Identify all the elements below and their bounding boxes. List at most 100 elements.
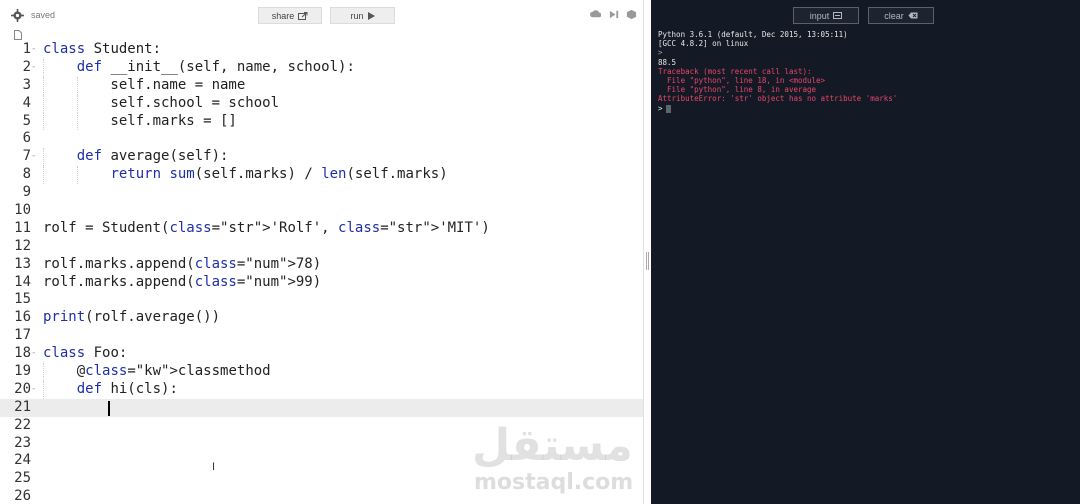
code-text: self.marks = []	[43, 112, 237, 129]
indent-guide	[43, 363, 44, 381]
line-number: 24	[14, 452, 31, 469]
line-number: 23	[14, 434, 31, 451]
code-line[interactable]: 17	[0, 327, 643, 345]
console-prompt[interactable]: >	[658, 104, 1073, 113]
input-label: input	[809, 10, 830, 21]
code-line[interactable]: 2- def __init__(self, name, school):	[0, 58, 643, 77]
pane-divider[interactable]	[643, 0, 651, 504]
package-icon[interactable]	[626, 9, 637, 20]
code-text: rolf.marks.append(class="num">78)	[43, 255, 322, 272]
indent-guide	[76, 166, 78, 185]
code-text: def average(self):	[76, 148, 229, 165]
code-line[interactable]: 15	[0, 291, 643, 309]
line-number: 3	[22, 76, 31, 93]
indent-guide	[76, 76, 78, 95]
line-number: 8	[22, 166, 31, 183]
indent-guide	[43, 76, 44, 95]
indent-guide	[43, 166, 44, 185]
file-icon[interactable]	[14, 30, 22, 40]
code-line[interactable]: 9	[0, 184, 643, 202]
line-number: 1	[22, 41, 31, 57]
console-error-line: File "python", line 8, in average	[658, 85, 817, 95]
line-number: 5	[22, 112, 31, 129]
console-error-line: File "python", line 18, in <module>	[658, 76, 826, 86]
backspace-icon	[908, 12, 918, 19]
console-error-line: AttributeError: 'str' object has no attr…	[658, 94, 898, 104]
code-line[interactable]: 21	[0, 398, 643, 417]
clear-label: clear	[884, 10, 904, 21]
code-text: def hi(cls):	[76, 380, 178, 397]
line-number: 19	[14, 363, 31, 380]
code-line[interactable]: 20- def hi(cls):	[0, 380, 643, 399]
code-text: class Student:	[43, 41, 162, 57]
code-line[interactable]: 13 rolf.marks.append(class="num">78)	[0, 256, 643, 274]
line-number: 16	[14, 309, 31, 326]
code-line[interactable]: 3 self.name = name	[0, 76, 643, 95]
line-number: 22	[14, 416, 31, 433]
watermark-logo-arabic: مستقل	[472, 420, 633, 471]
code-line[interactable]: 5 self.marks = []	[0, 112, 643, 131]
prompt-symbol: >	[658, 103, 663, 113]
indent-guide	[43, 94, 44, 113]
code-line[interactable]: 12	[0, 238, 643, 256]
console-cursor	[665, 104, 671, 113]
code-line[interactable]: 1- class Student:	[0, 41, 643, 59]
fold-arrow-icon[interactable]: -	[31, 381, 43, 399]
console-line: Python 3.6.1 (default, Dec 2015, 13:05:1…	[658, 30, 848, 39]
line-number: 11	[14, 219, 31, 236]
share-button[interactable]: share	[258, 7, 322, 24]
text-caret	[108, 400, 110, 416]
play-icon	[367, 11, 375, 20]
line-number: 15	[14, 291, 31, 308]
code-text: def __init__(self, name, school):	[76, 58, 355, 75]
code-line[interactable]: 7- def average(self):	[0, 148, 643, 167]
indent-guide	[76, 94, 78, 113]
gear-icon[interactable]	[11, 9, 24, 22]
line-number: 9	[22, 184, 31, 201]
fold-arrow-icon[interactable]: -	[31, 59, 43, 77]
code-line[interactable]: 18- class Foo:	[0, 345, 643, 363]
step-icon[interactable]	[609, 9, 620, 20]
editor-toolbar: saved share run	[0, 0, 643, 30]
fold-arrow-icon[interactable]: -	[31, 345, 43, 363]
line-number: 26	[14, 488, 31, 504]
fold-arrow-icon[interactable]: -	[31, 148, 43, 166]
console-line: 88.5	[658, 57, 677, 67]
input-box-icon	[833, 12, 843, 19]
line-number: 6	[22, 130, 31, 147]
code-text: @class="kw">classmethod	[43, 363, 271, 380]
line-number: 4	[22, 94, 31, 111]
line-number: 14	[14, 273, 31, 290]
code-line[interactable]: 10	[0, 202, 643, 220]
fold-arrow-icon[interactable]: -	[31, 41, 43, 59]
drag-handle-icon[interactable]	[646, 252, 649, 270]
code-line[interactable]: 6	[0, 130, 643, 148]
line-number: 20	[14, 380, 31, 397]
code-text: self.name = name	[43, 76, 246, 93]
line-number: 7	[22, 148, 31, 165]
line-number: 12	[14, 237, 31, 254]
code-line[interactable]: 4 self.school = school	[0, 94, 643, 113]
console-pane[interactable]: input clear Python 3.6.1 (default, Dec 2…	[651, 0, 1080, 504]
run-button[interactable]: run	[330, 7, 395, 24]
code-line[interactable]: 16 print(rolf.average())	[0, 309, 643, 327]
indent-guide	[43, 148, 44, 167]
cloud-icon[interactable]	[590, 9, 601, 20]
code-text: class Foo:	[43, 345, 128, 362]
code-text: print(rolf.average())	[43, 309, 221, 326]
save-status: saved	[31, 10, 56, 20]
mouse-ibeam-cursor: I	[212, 461, 216, 473]
input-button[interactable]: input	[793, 7, 859, 24]
console-error-line: Traceback (most recent call last):	[658, 66, 812, 76]
code-line[interactable]: 19 @class="kw">classmethod	[0, 363, 643, 381]
clear-button[interactable]: clear	[868, 7, 934, 24]
line-number: 21	[14, 398, 31, 415]
code-line[interactable]: 11 rolf = Student(class="str">'Rolf', cla…	[0, 220, 643, 238]
watermark-logo-latin: mostaql.com	[474, 470, 634, 495]
code-line[interactable]: 14 rolf.marks.append(class="num">99)	[0, 274, 643, 292]
console-line: >	[658, 48, 663, 58]
line-number: 13	[14, 255, 31, 272]
run-label: run	[350, 10, 364, 21]
line-number: 10	[14, 202, 31, 219]
code-line[interactable]: 8 return sum(self.marks) / len(self.mark…	[0, 166, 643, 185]
